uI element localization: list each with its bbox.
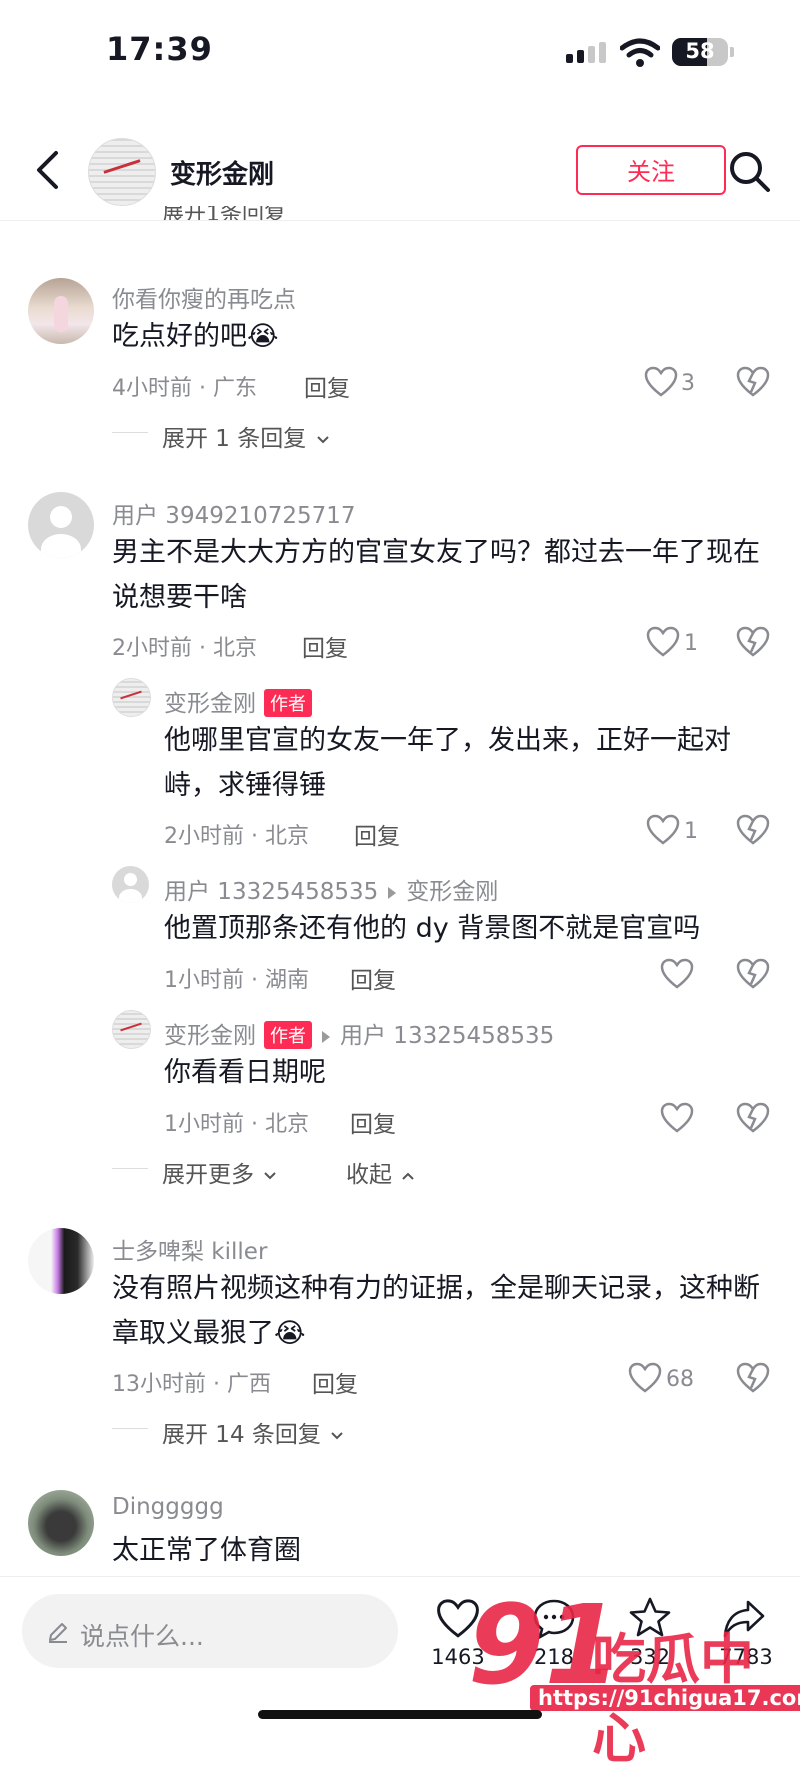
reply-button[interactable]: 回复 bbox=[350, 1105, 396, 1139]
avatar[interactable] bbox=[28, 1228, 94, 1294]
chevron-down-icon bbox=[331, 1431, 343, 1439]
header-divider bbox=[0, 220, 800, 221]
reply-button[interactable]: 回复 bbox=[312, 1365, 358, 1399]
battery-icon: 58 bbox=[672, 38, 728, 66]
dislike-icon[interactable] bbox=[736, 958, 770, 990]
comment-username[interactable]: 你看你瘦的再吃点 bbox=[112, 280, 296, 314]
comment-text: 没有照片视频这种有力的证据，全是聊天记录，这种断章取义最狠了😭 bbox=[112, 1273, 760, 1349]
avatar[interactable] bbox=[28, 278, 94, 344]
reply-button[interactable]: 回复 bbox=[350, 961, 396, 995]
pencil-icon bbox=[49, 1623, 67, 1643]
comment-text: 太正常了体育圈 bbox=[112, 1535, 301, 1566]
dislike-icon[interactable] bbox=[736, 814, 770, 846]
comment-username[interactable]: Dinggggg bbox=[112, 1494, 224, 1520]
back-icon[interactable] bbox=[34, 150, 60, 190]
reply-to-arrow-icon bbox=[322, 1030, 330, 1043]
search-icon[interactable] bbox=[728, 150, 772, 194]
like-count: 68 bbox=[666, 1367, 694, 1392]
heart-icon[interactable] bbox=[660, 1102, 694, 1134]
reply-to-arrow-icon bbox=[388, 886, 397, 899]
expand-more-button[interactable]: 展开更多 bbox=[162, 1155, 277, 1189]
chevron-down-icon bbox=[264, 1171, 277, 1179]
avatar[interactable] bbox=[28, 492, 94, 558]
expand-line bbox=[112, 1428, 148, 1429]
collapse-button[interactable]: 收起 bbox=[346, 1155, 415, 1189]
reply-meta: 2小时前 · 北京 bbox=[164, 824, 309, 849]
dislike-icon[interactable] bbox=[736, 366, 770, 398]
comment-input[interactable] bbox=[22, 1594, 398, 1668]
comment-meta: 4小时前 · 广东 bbox=[112, 376, 257, 401]
chevron-down-icon bbox=[316, 435, 329, 443]
expand-replies-button[interactable]: 展开 14 条回复 bbox=[162, 1415, 344, 1449]
reply-meta: 1小时前 · 北京 bbox=[164, 1112, 309, 1137]
battery-level: 58 bbox=[685, 39, 715, 63]
dislike-icon[interactable] bbox=[736, 1362, 770, 1394]
comment-input-placeholder[interactable]: 说点什么... bbox=[80, 1617, 204, 1653]
heart-icon[interactable] bbox=[644, 366, 678, 398]
scrolled-expand-peek: 展开1条回复 bbox=[162, 206, 286, 220]
page-title[interactable]: 变形金刚 bbox=[170, 154, 274, 191]
chevron-up-icon bbox=[402, 1172, 415, 1180]
watermark-url: https://91chigua17.com bbox=[530, 1685, 800, 1711]
like-count: 3 bbox=[681, 371, 695, 396]
follow-button[interactable]: 关注 bbox=[576, 145, 726, 195]
heart-icon[interactable] bbox=[646, 626, 680, 658]
comment-meta: 13小时前 · 广西 bbox=[112, 1372, 271, 1397]
home-indicator[interactable] bbox=[258, 1710, 542, 1719]
like-count: 1 bbox=[684, 631, 698, 656]
dislike-icon[interactable] bbox=[736, 1102, 770, 1134]
comment-meta: 2小时前 · 北京 bbox=[112, 636, 257, 661]
status-time: 17:39 bbox=[106, 30, 213, 68]
author-badge: 作者 bbox=[264, 1020, 312, 1049]
author-avatar[interactable] bbox=[88, 138, 156, 206]
reply-button[interactable]: 回复 bbox=[304, 369, 350, 403]
avatar[interactable] bbox=[112, 678, 151, 717]
avatar[interactable] bbox=[112, 1010, 151, 1049]
heart-icon[interactable] bbox=[660, 958, 694, 990]
reply-text: 他置顶那条还有他的 dy 背景图不就是官宣吗 bbox=[164, 913, 701, 944]
comment-text: 吃点好的吧😭 bbox=[112, 321, 279, 352]
dislike-icon[interactable] bbox=[736, 626, 770, 658]
avatar[interactable] bbox=[112, 866, 149, 903]
comment-username[interactable]: 用户 3949210725717 bbox=[112, 496, 356, 530]
expand-line bbox=[112, 1168, 148, 1169]
reply-button[interactable]: 回复 bbox=[354, 817, 400, 851]
wifi-icon bbox=[620, 38, 660, 67]
battery-tip bbox=[730, 47, 734, 57]
reply-meta: 1小时前 · 湖南 bbox=[164, 968, 309, 993]
reply-username[interactable]: 变形金刚 作者 用户 13325458535 bbox=[164, 1016, 554, 1051]
heart-icon[interactable] bbox=[646, 814, 680, 846]
expand-line bbox=[112, 432, 148, 433]
reply-text: 你看看日期呢 bbox=[164, 1057, 326, 1088]
reply-text: 他哪里官宣的女友一年了，发出来，正好一起对峙，求锤得锤 bbox=[164, 725, 731, 801]
reply-username[interactable]: 变形金刚 作者 bbox=[164, 684, 312, 719]
cellular-signal-icon bbox=[566, 42, 606, 63]
author-badge: 作者 bbox=[264, 688, 312, 717]
reply-username[interactable]: 用户 13325458535 变形金刚 bbox=[164, 872, 498, 906]
reply-button[interactable]: 回复 bbox=[302, 629, 348, 663]
comment-username[interactable]: 士多啤梨 killer bbox=[112, 1232, 267, 1266]
avatar[interactable] bbox=[28, 1490, 94, 1556]
heart-icon[interactable] bbox=[628, 1362, 662, 1394]
expand-replies-button[interactable]: 展开 1 条回复 bbox=[162, 419, 330, 453]
comment-text: 男主不是大大方方的官宣女友了吗？都过去一年了现在说想要干啥 bbox=[112, 537, 760, 613]
like-count: 1 bbox=[684, 819, 698, 844]
